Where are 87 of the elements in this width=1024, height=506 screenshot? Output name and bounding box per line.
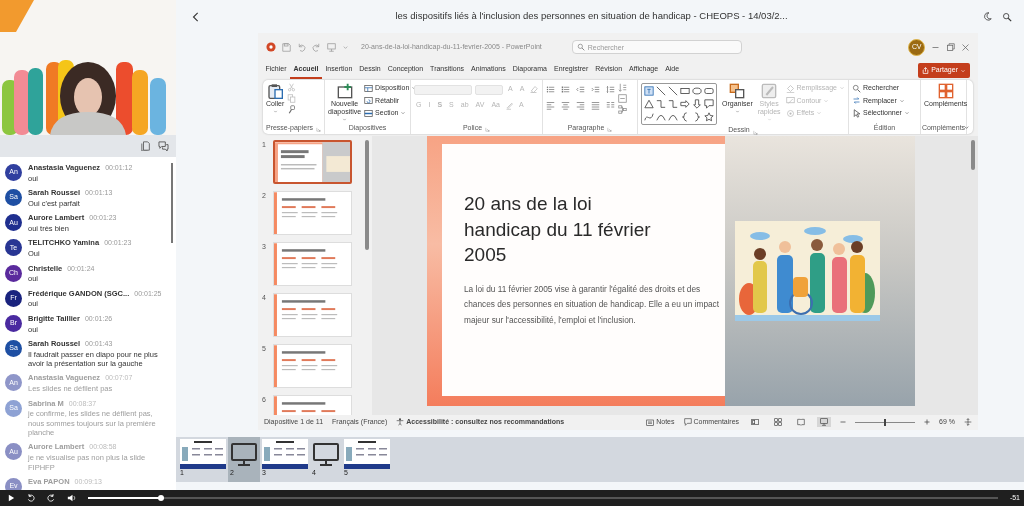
line-icon[interactable] bbox=[668, 86, 678, 96]
progress-handle[interactable] bbox=[157, 495, 164, 501]
launcher-icon[interactable] bbox=[607, 127, 613, 132]
callout-icon[interactable] bbox=[704, 99, 714, 109]
slideshow-icon bbox=[820, 418, 829, 426]
search-icon[interactable] bbox=[1002, 11, 1012, 22]
paintbrush-icon[interactable] bbox=[287, 105, 297, 114]
save-icon[interactable] bbox=[282, 42, 291, 52]
clipboard-icon bbox=[267, 83, 284, 99]
text-direction-icon[interactable] bbox=[618, 83, 627, 92]
right-arrow-icon[interactable] bbox=[680, 99, 690, 109]
arrange-icon bbox=[729, 83, 746, 99]
line-spacing-icon[interactable] bbox=[606, 85, 615, 94]
star-icon[interactable] bbox=[704, 112, 714, 122]
reading-view-icon bbox=[797, 418, 806, 426]
justify-icon[interactable] bbox=[591, 101, 600, 110]
curve-icon[interactable] bbox=[644, 112, 654, 122]
launcher-icon[interactable] bbox=[752, 129, 758, 135]
restore-icon[interactable] bbox=[946, 42, 955, 52]
grid-icon bbox=[937, 83, 954, 99]
styles-icon bbox=[761, 83, 778, 99]
left-brace-icon[interactable] bbox=[680, 112, 690, 122]
line-icon[interactable] bbox=[656, 86, 666, 96]
search-icon bbox=[576, 43, 585, 51]
layout-icon bbox=[364, 83, 374, 93]
notes-icon bbox=[646, 418, 655, 426]
down-arrow-icon[interactable] bbox=[692, 99, 702, 109]
rounded-rectangle-icon[interactable] bbox=[704, 86, 714, 96]
close-icon[interactable] bbox=[961, 42, 970, 52]
indent-icon[interactable] bbox=[591, 85, 600, 94]
shape-gallery[interactable] bbox=[641, 83, 717, 125]
diagram-icon[interactable] bbox=[618, 105, 627, 114]
volume-icon[interactable] bbox=[67, 494, 76, 502]
undo-icon[interactable] bbox=[297, 42, 306, 52]
fill-icon bbox=[785, 83, 795, 93]
view-button[interactable] bbox=[817, 417, 832, 427]
redo-icon[interactable] bbox=[312, 42, 321, 52]
presentation-icon[interactable] bbox=[327, 42, 336, 52]
chat-icon[interactable] bbox=[158, 141, 169, 151]
align-left-icon[interactable] bbox=[546, 101, 555, 110]
search-icon bbox=[852, 83, 861, 93]
slide-title: 20 ans de la loi handicap du 11 février 2005 bbox=[464, 192, 652, 268]
accessibility-icon bbox=[396, 418, 405, 426]
bullet-list-icon[interactable] bbox=[546, 85, 555, 94]
share-icon bbox=[922, 67, 930, 74]
forward-icon[interactable] bbox=[47, 494, 55, 502]
slide-text: La loi du 11 février 2005 vise à garantir l'égalité des droits et des chances des personnes en situation de handicap. Elle a eu un impact majeur sur l'accessibilité, l'emploi et l'inclusion. bbox=[464, 282, 721, 327]
align-text-icon[interactable] bbox=[618, 94, 627, 103]
zoom-in-icon[interactable] bbox=[924, 419, 931, 425]
moon-icon[interactable] bbox=[983, 12, 992, 21]
back-icon[interactable] bbox=[192, 11, 200, 22]
triangle-icon[interactable] bbox=[644, 99, 654, 109]
numbered-list-icon[interactable] bbox=[561, 85, 570, 94]
scrollbar[interactable] bbox=[171, 163, 173, 243]
app-logo-icon bbox=[266, 42, 276, 52]
reset-icon bbox=[364, 96, 374, 106]
replace-icon bbox=[852, 96, 861, 106]
oval-icon[interactable] bbox=[692, 86, 702, 96]
play-icon[interactable] bbox=[8, 494, 15, 502]
cursor-icon bbox=[852, 108, 861, 118]
fit-icon[interactable] bbox=[964, 418, 972, 426]
slide-sorter-icon bbox=[774, 418, 783, 426]
slide-thumbnail[interactable] bbox=[273, 140, 352, 184]
scrollbar[interactable] bbox=[365, 140, 369, 250]
new-slide-icon bbox=[336, 83, 353, 99]
caret-icon[interactable] bbox=[963, 124, 970, 131]
rewind-icon[interactable] bbox=[27, 494, 35, 502]
page-title: les dispositifs liés à l'inclusion des personnes en situation de handicap - CHEOPS - 14/03/2... bbox=[394, 9, 789, 24]
zoom-out-icon[interactable] bbox=[840, 419, 847, 425]
outdent-icon[interactable] bbox=[576, 85, 585, 94]
launcher-icon[interactable] bbox=[316, 127, 322, 132]
columns-icon[interactable] bbox=[606, 101, 615, 110]
align-center-icon[interactable] bbox=[561, 101, 570, 110]
section-icon bbox=[364, 108, 374, 118]
align-right-icon[interactable] bbox=[576, 101, 585, 110]
copy-icon[interactable] bbox=[141, 141, 151, 151]
scrollbar[interactable] bbox=[971, 140, 975, 170]
comment-icon bbox=[683, 418, 692, 426]
rectangle-icon[interactable] bbox=[680, 86, 690, 96]
caret-icon[interactable] bbox=[342, 43, 349, 51]
caret-icon bbox=[960, 67, 966, 74]
effects-icon bbox=[785, 108, 795, 118]
right-brace-icon[interactable] bbox=[692, 112, 702, 122]
outline-icon bbox=[785, 96, 795, 106]
launcher-icon[interactable] bbox=[485, 127, 491, 132]
normal-view-icon bbox=[751, 418, 760, 426]
zoom-slider-thumb[interactable] bbox=[884, 418, 887, 426]
